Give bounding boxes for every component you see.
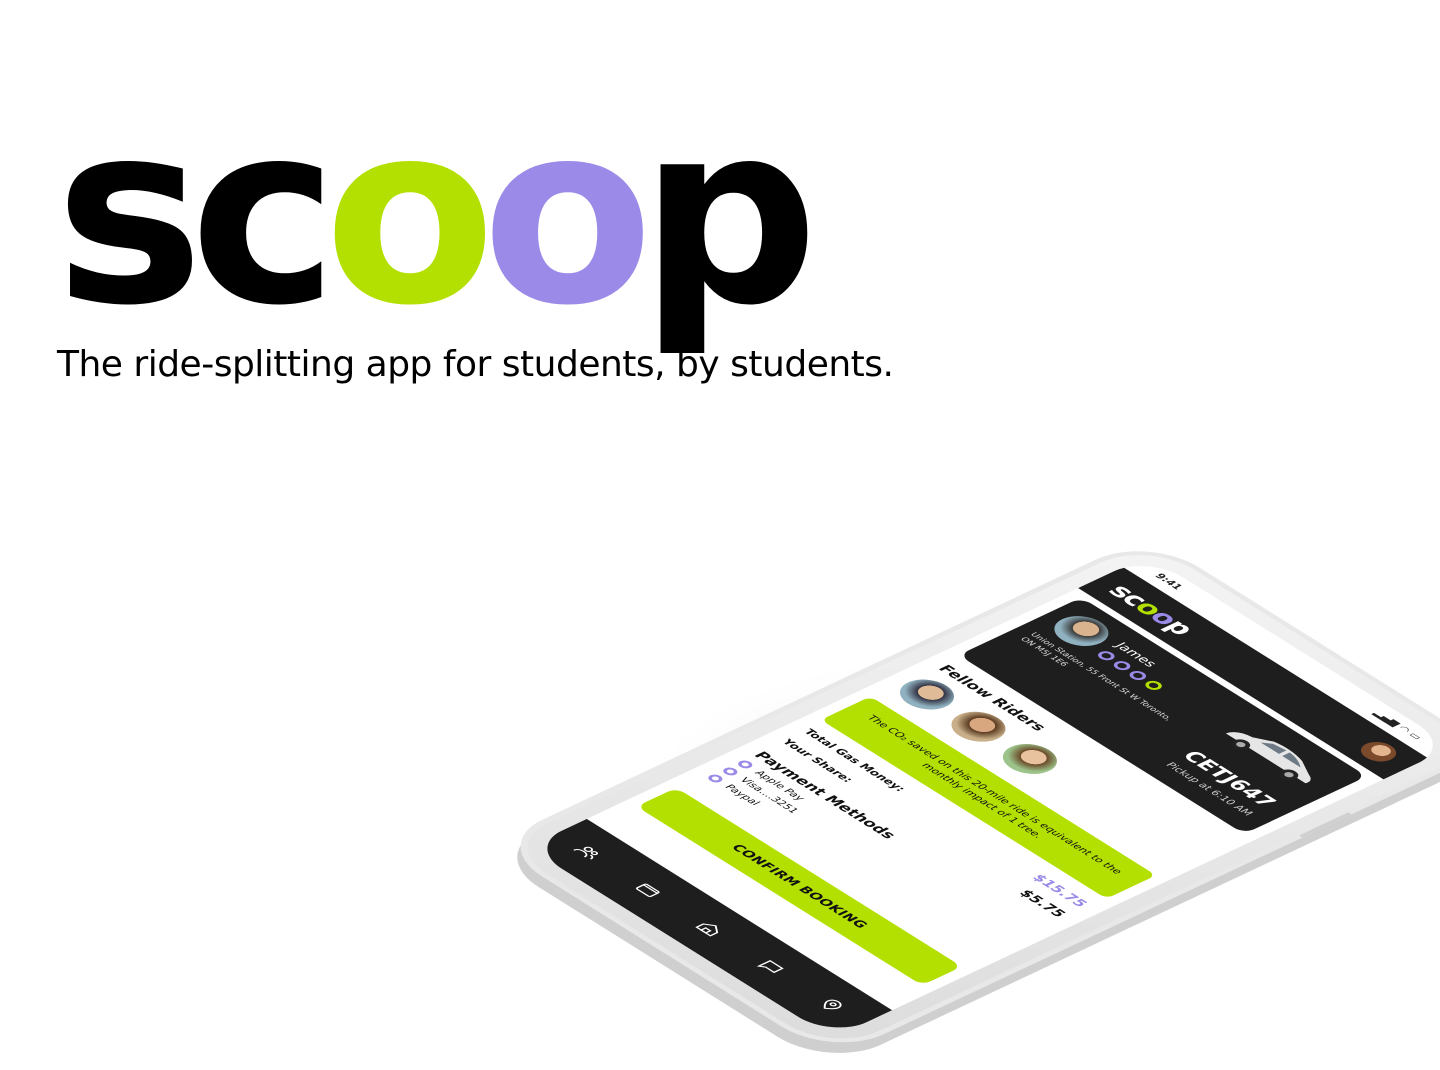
phone-screen: 9:41 ▂▄▆ ◠ ▭ scoop James Union Station, …	[526, 555, 1440, 1039]
radio-icon	[735, 758, 756, 770]
chat-icon[interactable]	[751, 956, 791, 978]
tagline: The ride-splitting app for students, by …	[57, 344, 894, 385]
rating-dot	[1094, 649, 1118, 663]
rating-dot	[1110, 659, 1134, 672]
wallet-icon[interactable]	[629, 879, 669, 901]
radio-icon	[705, 772, 726, 784]
location-icon[interactable]	[812, 994, 852, 1016]
scoop-logo: s c o o p	[55, 69, 819, 360]
radio-icon	[720, 765, 741, 777]
phone-body: 9:41 ▂▄▆ ◠ ▭ scoop James Union Station, …	[500, 540, 1440, 1053]
home-icon[interactable]	[690, 918, 730, 940]
logo-letter-p: p	[639, 69, 819, 360]
rating-dot	[1141, 679, 1166, 692]
profile-avatar[interactable]	[1353, 738, 1404, 766]
phone-perspective: 9:41 ▂▄▆ ◠ ▭ scoop James Union Station, …	[135, 425, 1440, 1070]
phone-mockup: 9:41 ▂▄▆ ◠ ▭ scoop James Union Station, …	[500, 425, 1440, 1053]
rider-avatar[interactable]	[991, 738, 1069, 780]
people-icon[interactable]	[567, 841, 607, 863]
logo-letter-c: c	[189, 69, 338, 360]
logo-letter-o-purple: o	[481, 69, 654, 360]
rating-dot	[1126, 669, 1150, 682]
power-button	[1298, 812, 1352, 838]
logo-letter-o-green: o	[324, 69, 496, 360]
logo-letter-s: s	[55, 69, 204, 360]
